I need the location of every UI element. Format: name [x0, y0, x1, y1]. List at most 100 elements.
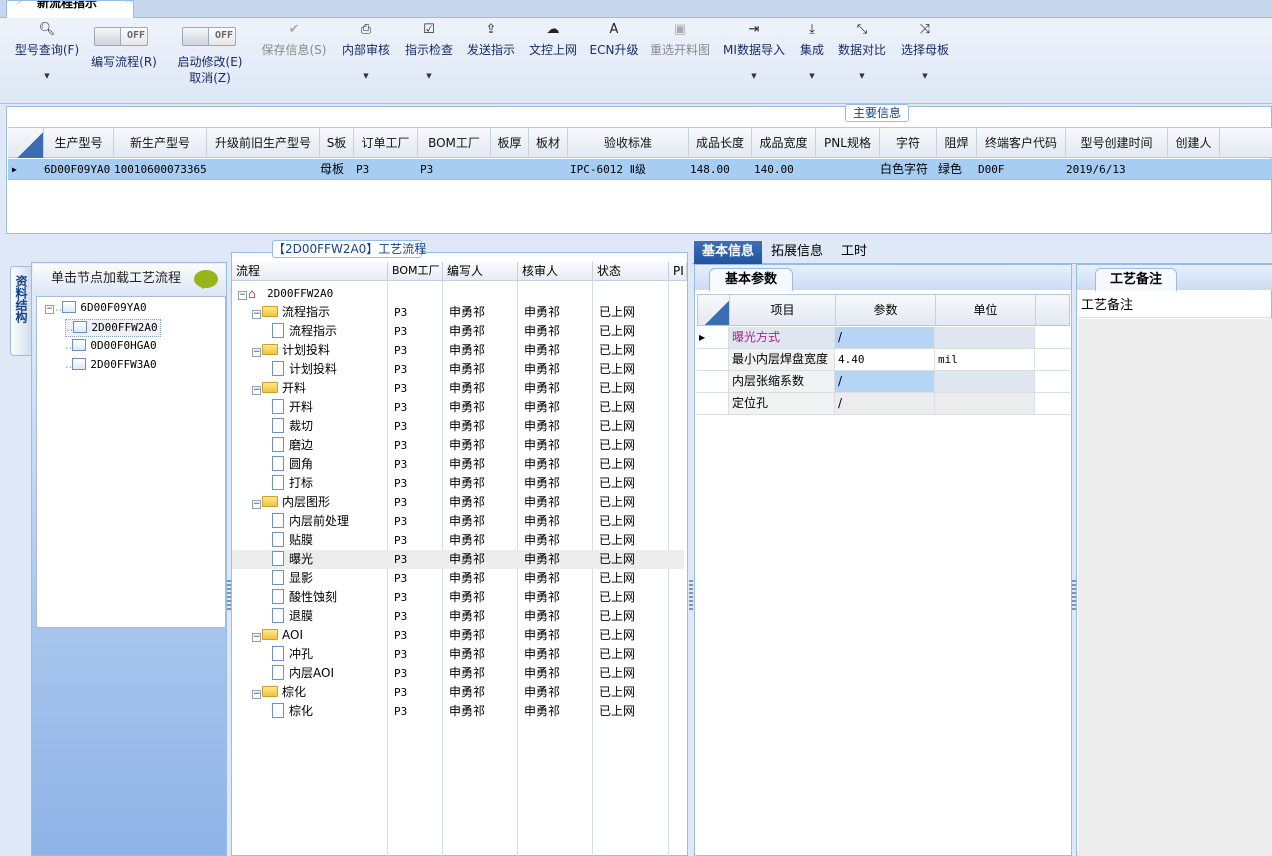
tree-node[interactable]: ‥ 0D00F0HGA0 — [65, 338, 157, 354]
cell-width[interactable]: 140.00 — [754, 159, 794, 180]
cancel-button[interactable]: 取消(Z) — [170, 70, 250, 86]
process-row[interactable]: 酸性蚀刻 P3 申勇祁 申勇祁 已上网 — [232, 588, 684, 607]
tree-root[interactable]: − ‥ 6D00F09YA0 — [45, 300, 147, 316]
start-edit-toggle[interactable]: OFF — [182, 27, 236, 46]
process-row[interactable]: 曝光 P3 申勇祁 申勇祁 已上网 — [232, 550, 684, 569]
col-header[interactable]: 成品宽度 — [752, 128, 816, 158]
tree-node[interactable]: ‥ 2D00FFW3A0 — [65, 357, 157, 373]
process-notes-textarea[interactable] — [1078, 319, 1272, 856]
cell-new-model[interactable]: 10010600073365 — [114, 159, 207, 180]
internal-review-button[interactable]: ⎙ 内部审核 ▼ — [340, 22, 392, 80]
tab-basic-params[interactable]: 基本参数 — [709, 268, 793, 291]
param-row[interactable]: 内层张缩系数 / — [697, 371, 1070, 393]
cell-standard[interactable]: IPC-6012 Ⅱ级 — [570, 159, 646, 180]
close-icon[interactable]: × — [124, 1, 133, 4]
col-header[interactable]: 参数 — [836, 295, 936, 325]
data-compare-button[interactable]: ⤡ 数据对比 ▼ — [836, 22, 888, 80]
table-row[interactable]: ▶ 6D00F09YA0 10010600073365 母板 P3 P3 IPC… — [8, 159, 1272, 180]
collapse-icon[interactable]: − — [238, 291, 247, 300]
cell-length[interactable]: 148.00 — [690, 159, 730, 180]
collapse-icon[interactable]: − — [252, 386, 261, 395]
edit-flow-toggle[interactable]: OFF — [94, 27, 148, 46]
process-row[interactable]: − 内层图形 P3 申勇祁 申勇祁 已上网 — [232, 493, 684, 512]
process-row[interactable]: − AOI P3 申勇祁 申勇祁 已上网 — [232, 626, 684, 645]
col-header[interactable]: 升级前旧生产型号 — [207, 128, 320, 158]
cell-bom-factory[interactable]: P3 — [420, 159, 433, 180]
col-header[interactable]: 编写人 — [443, 262, 518, 281]
col-header[interactable]: 流程 — [232, 262, 388, 281]
collapse-icon[interactable]: − — [252, 690, 261, 699]
process-row[interactable]: 显影 P3 申勇祁 申勇祁 已上网 — [232, 569, 684, 588]
cell-production-model[interactable]: 6D00F09YA0 — [44, 159, 110, 180]
process-row[interactable]: − 开料 P3 申勇祁 申勇祁 已上网 — [232, 379, 684, 398]
process-row[interactable]: 冲孔 P3 申勇祁 申勇祁 已上网 — [232, 645, 684, 664]
process-row[interactable]: − 计划投料 P3 申勇祁 申勇祁 已上网 — [232, 341, 684, 360]
collapse-icon[interactable]: − — [45, 305, 54, 314]
col-header[interactable]: 板厚 — [491, 128, 529, 158]
col-header[interactable]: 创建人 — [1168, 128, 1220, 158]
cell-created[interactable]: 2019/6/13 — [1066, 159, 1126, 180]
reselect-cutting-chart-button[interactable]: ▣ 重选开料图 — [648, 22, 712, 58]
model-query-button[interactable]: 🔍︎ 型号查询(F) ▼ — [12, 22, 82, 80]
save-info-button[interactable]: ✔ 保存信息(S) — [258, 22, 330, 58]
collapse-icon[interactable]: − — [252, 348, 261, 357]
process-row[interactable]: 内层前处理 P3 申勇祁 申勇祁 已上网 — [232, 512, 684, 531]
col-header[interactable]: 终端客户代码 — [977, 128, 1066, 158]
tab-process-notes[interactable]: 工艺备注 — [1095, 268, 1177, 291]
param-row[interactable]: 定位孔 / — [697, 393, 1070, 415]
col-header[interactable]: PI — [669, 262, 687, 281]
param-row[interactable]: ▶ 曝光方式 / — [697, 327, 1070, 349]
process-row[interactable]: 裁切 P3 申勇祁 申勇祁 已上网 — [232, 417, 684, 436]
cell-s-board[interactable]: 母板 — [320, 159, 344, 180]
collapse-icon[interactable]: − — [252, 500, 261, 509]
process-row[interactable]: 流程指示 P3 申勇祁 申勇祁 已上网 — [232, 322, 684, 341]
splitter-grip[interactable] — [689, 580, 693, 612]
tab-work-hours[interactable]: 工时 — [833, 241, 875, 264]
upload-doc-button[interactable]: ☁ 文控上网 — [527, 22, 579, 58]
send-instruction-button[interactable]: ⇪ 发送指示 — [465, 22, 517, 58]
tab-new-flow-instruction[interactable]: ⚡ 新流程指示 × — [6, 0, 134, 18]
collapse-icon[interactable]: − — [252, 310, 261, 319]
process-row[interactable]: − 流程指示 P3 申勇祁 申勇祁 已上网 — [232, 303, 684, 322]
tab-data-structure[interactable]: 资料结构 — [10, 266, 32, 356]
cell-customer-code[interactable]: D00F — [978, 159, 1005, 180]
cell-solder-mask[interactable]: 绿色 — [938, 159, 962, 180]
process-row[interactable]: 磨边 P3 申勇祁 申勇祁 已上网 — [232, 436, 684, 455]
process-row[interactable]: − 棕化 P3 申勇祁 申勇祁 已上网 — [232, 683, 684, 702]
col-header[interactable]: 核审人 — [518, 262, 593, 281]
col-header[interactable]: 阻焊 — [937, 128, 977, 158]
col-header[interactable]: 新生产型号 — [114, 128, 207, 158]
col-header[interactable]: BOM工厂 — [418, 128, 491, 158]
process-row[interactable]: 内层AOI P3 申勇祁 申勇祁 已上网 — [232, 664, 684, 683]
select-all-corner[interactable] — [698, 295, 730, 325]
process-row[interactable]: 棕化 P3 申勇祁 申勇祁 已上网 — [232, 702, 684, 721]
cell-order-factory[interactable]: P3 — [356, 159, 369, 180]
process-row[interactable]: 打标 P3 申勇祁 申勇祁 已上网 — [232, 474, 684, 493]
param-row[interactable]: 最小内层焊盘宽度 4.40 mil — [697, 349, 1070, 371]
process-row[interactable]: 贴膜 P3 申勇祁 申勇祁 已上网 — [232, 531, 684, 550]
col-header[interactable]: 板材 — [529, 128, 568, 158]
col-header[interactable]: 状态 — [593, 262, 669, 281]
col-header[interactable]: 型号创建时间 — [1066, 128, 1168, 158]
tab-extended-info[interactable]: 拓展信息 — [763, 241, 831, 264]
ecn-upgrade-button[interactable]: A ECN升级 — [589, 22, 639, 58]
col-header[interactable]: BOM工厂 — [388, 262, 443, 281]
col-header[interactable]: 成品长度 — [689, 128, 752, 158]
col-header[interactable]: 订单工厂 — [354, 128, 418, 158]
integrate-button[interactable]: ⤓ 集成 ▼ — [796, 22, 828, 80]
process-row[interactable]: 开料 P3 申勇祁 申勇祁 已上网 — [232, 398, 684, 417]
process-root[interactable]: − ⌂ 2D00FFW2A0 — [232, 284, 684, 303]
select-master-button[interactable]: ⤨ 选择母板 ▼ — [898, 22, 952, 80]
process-row[interactable]: 计划投料 P3 申勇祁 申勇祁 已上网 — [232, 360, 684, 379]
process-row[interactable]: 退膜 P3 申勇祁 申勇祁 已上网 — [232, 607, 684, 626]
col-header[interactable]: 项目 — [730, 295, 836, 325]
col-header[interactable]: 生产型号 — [44, 128, 114, 158]
mi-import-button[interactable]: ⇥ MI数据导入 ▼ — [722, 22, 786, 80]
select-all-corner[interactable] — [8, 128, 44, 158]
collapse-icon[interactable]: − — [252, 633, 261, 642]
process-row[interactable]: 圆角 P3 申勇祁 申勇祁 已上网 — [232, 455, 684, 474]
cell-character[interactable]: 白色字符 — [880, 159, 928, 180]
tree-node[interactable]: ‥ 2D00FFW2A0 — [65, 319, 161, 337]
instruction-check-button[interactable]: ☑ 指示检查 ▼ — [403, 22, 455, 80]
col-header[interactable]: 字符 — [880, 128, 937, 158]
